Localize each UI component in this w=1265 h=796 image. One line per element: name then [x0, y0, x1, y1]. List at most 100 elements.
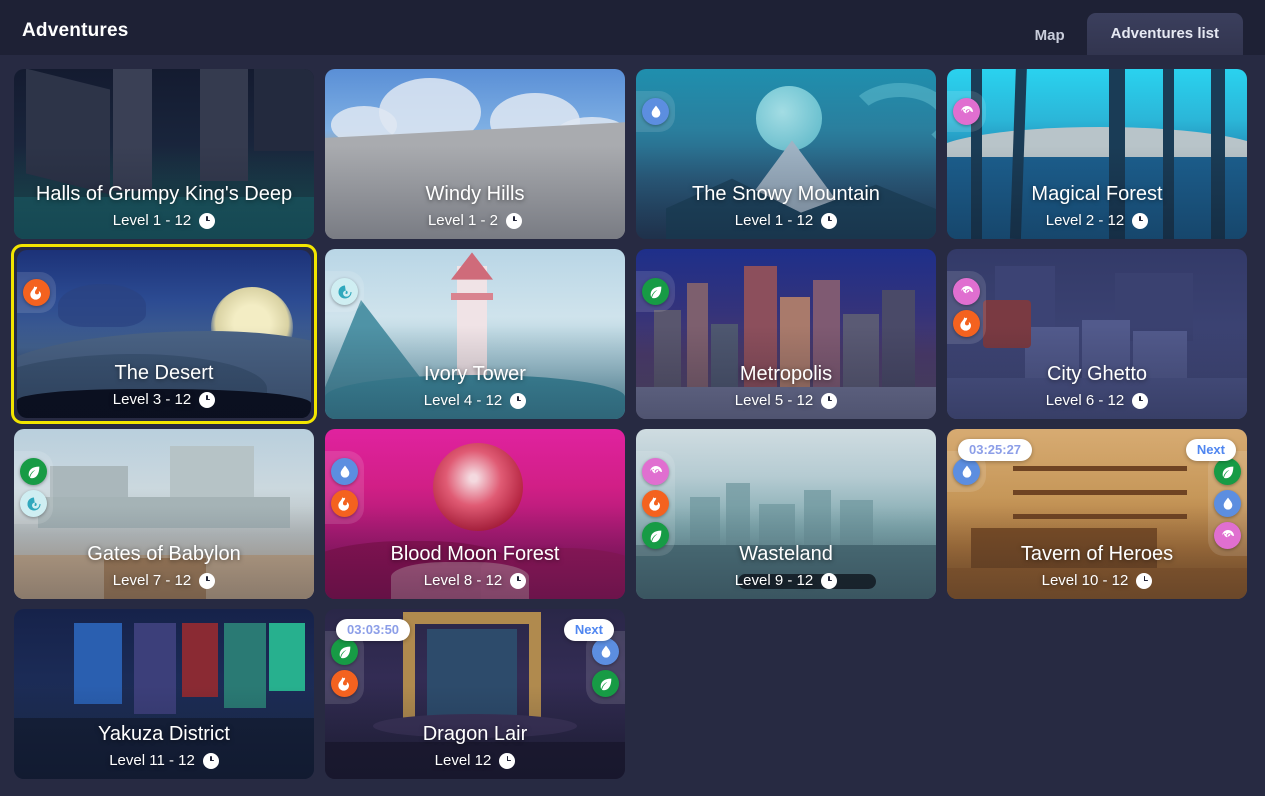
fire-icon	[337, 496, 353, 512]
adventure-element-badges-left	[14, 451, 53, 524]
adventure-card-slot: Metropolis Level 5 - 12	[636, 249, 936, 419]
adventure-level-row: Level 6 - 12	[1046, 392, 1149, 409]
adventure-title: Magical Forest	[1031, 183, 1163, 205]
water-drop-icon-badge	[1214, 490, 1241, 517]
fire-icon-badge	[642, 490, 669, 517]
magic-spiral-icon	[959, 104, 975, 120]
adventure-level-row: Level 4 - 12	[423, 392, 527, 409]
adventure-element-badges-right	[1208, 451, 1247, 556]
air-spiral-icon	[337, 284, 353, 300]
clock-icon	[821, 572, 838, 589]
adventure-title: Blood Moon Forest	[390, 543, 560, 565]
adventure-level-label: Level 8 - 12	[423, 572, 503, 589]
adventure-element-badges-right	[586, 631, 625, 704]
adventure-card-slot: Blood Moon Forest Level 8 - 12	[325, 429, 625, 599]
clock-icon	[821, 392, 838, 409]
adventure-level-label: Level 9 - 12	[734, 572, 814, 589]
adventure-level-label: Level 1 - 12	[734, 212, 814, 229]
leaf-icon	[337, 644, 353, 660]
adventure-card[interactable]: Blood Moon Forest Level 8 - 12	[325, 429, 625, 599]
adventure-card[interactable]: Magical Forest Level 2 - 12	[947, 69, 1247, 239]
clock-icon	[199, 391, 216, 408]
fire-icon-badge	[23, 279, 50, 306]
adventure-card-slot: The Snowy Mountain Level 1 - 12	[636, 69, 936, 239]
magic-spiral-icon	[959, 284, 975, 300]
page-header: Adventures Map Adventures list	[0, 0, 1265, 55]
clock-icon	[1132, 212, 1149, 229]
water-drop-icon	[1220, 496, 1236, 512]
adventure-level-label: Level 3 - 12	[112, 391, 192, 408]
clock-icon	[499, 752, 516, 769]
adventure-element-badges-left	[636, 271, 675, 312]
adventure-card[interactable]: Metropolis Level 5 - 12	[636, 249, 936, 419]
adventure-level-row: Level 5 - 12	[734, 392, 838, 409]
clock-icon	[202, 752, 219, 769]
adventure-card[interactable]: Halls of Grumpy King's Deep Level 1 - 12	[14, 69, 314, 239]
adventure-title: Tavern of Heroes	[1020, 543, 1174, 565]
air-spiral-icon-badge	[331, 278, 358, 305]
magic-spiral-icon-badge	[642, 458, 669, 485]
magic-spiral-icon-badge	[1214, 522, 1241, 549]
adventure-level-label: Level 2 - 12	[1045, 212, 1125, 229]
water-drop-icon	[648, 104, 664, 120]
adventure-card[interactable]: Windy Hills Level 1 - 2	[325, 69, 625, 239]
water-drop-icon-badge	[642, 98, 669, 125]
adventure-card[interactable]: Yakuza District Level 11 - 12	[14, 609, 314, 779]
fire-icon	[648, 496, 664, 512]
adventure-card[interactable]: The Desert Level 3 - 12	[17, 250, 311, 418]
clock-icon	[821, 212, 838, 229]
air-spiral-icon-badge	[20, 490, 47, 517]
adventure-card[interactable]: Wasteland Level 9 - 12	[636, 429, 936, 599]
adventure-card-slot: Halls of Grumpy King's Deep Level 1 - 12	[14, 69, 314, 239]
adventure-card-slot: 03:25:27 Next Tavern of Heroes Level 10 - 1…	[947, 429, 1247, 599]
adventure-level-row: Level 7 - 12	[113, 572, 216, 589]
leaf-icon-badge	[592, 670, 619, 697]
air-spiral-icon	[26, 496, 42, 512]
clock-icon	[199, 572, 216, 589]
magic-spiral-icon	[1220, 528, 1236, 544]
tab-bar: Map Adventures list	[1013, 0, 1243, 55]
adventure-level-row: Level 3 - 12	[112, 391, 216, 408]
adventure-title: Ivory Tower	[424, 363, 526, 385]
adventure-title: Metropolis	[739, 363, 833, 385]
adventure-level-row: Level 12	[435, 752, 516, 769]
adventure-card[interactable]: The Snowy Mountain Level 1 - 12	[636, 69, 936, 239]
adventure-card[interactable]: Gates of Babylon Level 7 - 12	[14, 429, 314, 599]
leaf-icon	[26, 464, 42, 480]
adventure-level-row: Level 11 - 12	[109, 752, 219, 769]
adventure-next-badge: Next	[1185, 439, 1236, 461]
fire-icon	[337, 676, 353, 692]
clock-icon	[1132, 392, 1149, 409]
adventures-page: Adventures Map Adventures list Halls of …	[0, 0, 1265, 796]
adventure-next-badge: Next	[563, 619, 614, 641]
adventure-card-slot: 03:03:50 Next Dragon Lair Level 12	[325, 609, 625, 779]
adventure-level-label: Level 4 - 12	[423, 392, 503, 409]
adventure-card-slot: Wasteland Level 9 - 12	[636, 429, 936, 599]
adventure-timer-badge: 03:25:27	[958, 439, 1033, 461]
leaf-icon-badge	[1214, 458, 1241, 485]
adventure-element-badges-left	[325, 451, 364, 524]
clock-icon	[510, 572, 527, 589]
adventure-level-label: Level 5 - 12	[734, 392, 814, 409]
tab-map[interactable]: Map	[1013, 17, 1087, 55]
water-drop-icon	[598, 644, 614, 660]
adventure-card[interactable]: 03:25:27 Next Tavern of Heroes Level 10 - 1…	[947, 429, 1247, 599]
adventure-level-row: Level 1 - 12	[113, 212, 216, 229]
adventure-card[interactable]: City Ghetto Level 6 - 12	[947, 249, 1247, 419]
fire-icon	[29, 285, 45, 301]
magic-spiral-icon	[648, 464, 664, 480]
adventure-title: Gates of Babylon	[87, 543, 241, 565]
adventure-level-label: Level 1 - 2	[427, 212, 499, 229]
clock-icon	[199, 212, 216, 229]
clock-icon	[1136, 572, 1153, 589]
tab-adventures-list[interactable]: Adventures list	[1086, 13, 1243, 55]
clock-icon	[510, 392, 527, 409]
adventure-card[interactable]: Ivory Tower Level 4 - 12	[325, 249, 625, 419]
adventure-card[interactable]: 03:03:50 Next Dragon Lair Level 12	[325, 609, 625, 779]
leaf-icon-badge	[642, 522, 669, 549]
adventure-card-slot: Windy Hills Level 1 - 2	[325, 69, 625, 239]
adventure-card-slot: Gates of Babylon Level 7 - 12	[14, 429, 314, 599]
adventure-title: Yakuza District	[98, 723, 230, 745]
fire-icon-badge	[953, 310, 980, 337]
adventure-level-label: Level 10 - 12	[1041, 572, 1129, 589]
